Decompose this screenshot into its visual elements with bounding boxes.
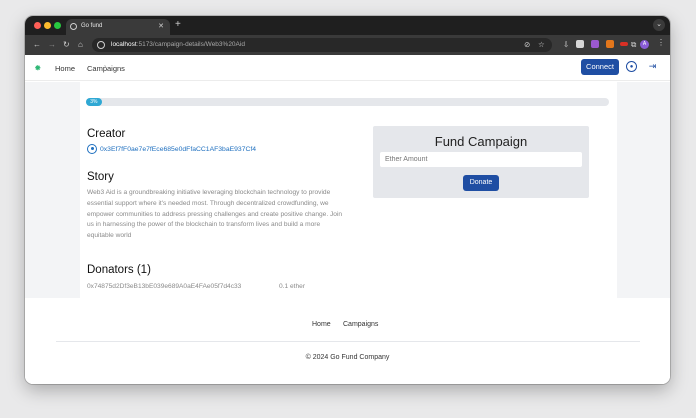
star-icon[interactable]: ☆: [538, 40, 545, 50]
extension-icon[interactable]: [591, 40, 599, 48]
user-circle-icon[interactable]: ●: [626, 61, 637, 72]
creator-heading: Creator: [87, 128, 126, 140]
fund-campaign-title: Fund Campaign: [434, 134, 528, 149]
story-heading: Story: [87, 171, 114, 183]
close-icon[interactable]: ✕: [158, 22, 164, 30]
connect-button[interactable]: Connect: [581, 59, 619, 75]
progress-bar: 3%: [86, 98, 609, 106]
extension-icon[interactable]: [576, 40, 584, 48]
site-footer: Home Campaigns © 2024 Go Fund Company: [25, 298, 670, 384]
back-arrow-icon[interactable]: ←: [33, 39, 41, 51]
footer-divider: [56, 341, 640, 342]
tab-title: Go fund: [81, 23, 103, 29]
donator-address: 0x74875d2Df3eB13bE039e689A0aE4FAe05f7d4c…: [87, 283, 242, 290]
web-page: ⁕ Home › Campaigns Connect ● ⇥ 3% Creato…: [25, 55, 670, 384]
url-text[interactable]: localhost:5173/campaign-details/Web3%20A…: [111, 41, 245, 48]
site-navbar: ⁕ Home › Campaigns Connect ● ⇥: [25, 55, 670, 81]
extension-icon[interactable]: [620, 42, 628, 46]
progress-fill: 3%: [86, 98, 102, 106]
footer-home-link[interactable]: Home: [312, 321, 331, 328]
story-text: Web3 Aid is a groundbreaking initiative …: [87, 189, 343, 240]
globe-icon: [70, 23, 77, 30]
close-window-button[interactable]: [34, 22, 41, 29]
browser-tab[interactable]: Go fund ✕: [66, 19, 170, 35]
address-bar[interactable]: localhost:5173/campaign-details/Web3%20A…: [92, 38, 552, 52]
logo-icon[interactable]: ⁕: [34, 63, 42, 74]
user-icon: [87, 144, 97, 154]
home-icon[interactable]: ⌂: [78, 39, 83, 51]
reload-icon[interactable]: ↻: [63, 39, 70, 51]
profile-avatar[interactable]: A: [640, 40, 649, 49]
logout-icon[interactable]: ⇥: [647, 61, 658, 72]
forward-arrow-icon[interactable]: →: [48, 39, 56, 51]
metamask-icon[interactable]: [606, 40, 614, 48]
maximize-window-button[interactable]: [54, 22, 61, 29]
chevron-down-icon[interactable]: ⌄: [653, 19, 665, 31]
ether-amount-input[interactable]: [380, 152, 582, 167]
site-info-icon[interactable]: [97, 41, 105, 49]
creator-row[interactable]: 0x3Ef7fF0ae7e7fEce685e0dFfaCC1AF3baE937C…: [87, 144, 256, 154]
nav-campaigns-link[interactable]: Campaigns: [87, 64, 125, 73]
footer-campaigns-link[interactable]: Campaigns: [343, 321, 378, 328]
donate-button[interactable]: Donate: [463, 175, 499, 191]
tab-strip: Go fund ✕ + ⌄: [25, 16, 670, 35]
minimize-window-button[interactable]: [44, 22, 51, 29]
browser-window: Go fund ✕ + ⌄ ← → ↻ ⌂ localhost:5173/cam…: [25, 16, 670, 384]
eye-off-icon[interactable]: ⊘: [524, 40, 530, 50]
puzzle-icon[interactable]: ⧉: [631, 40, 636, 50]
new-tab-button[interactable]: +: [175, 19, 181, 31]
copyright-text: © 2024 Go Fund Company: [305, 354, 390, 361]
browser-toolbar: ← → ↻ ⌂ localhost:5173/campaign-details/…: [25, 35, 670, 55]
nav-home-link[interactable]: Home: [55, 64, 75, 73]
fund-campaign-panel: Fund Campaign Donate: [373, 126, 589, 198]
campaign-card: 3% Creator 0x3Ef7fF0ae7e7fEce685e0dFfaCC…: [80, 82, 617, 298]
more-icon[interactable]: ⋮: [657, 38, 665, 47]
donators-heading: Donators (1): [87, 264, 151, 276]
creator-address[interactable]: 0x3Ef7fF0ae7e7fEce685e0dFfaCC1AF3baE937C…: [100, 146, 256, 153]
donator-amount: 0.1 ether: [279, 283, 306, 290]
download-icon[interactable]: ⇩: [563, 40, 569, 50]
